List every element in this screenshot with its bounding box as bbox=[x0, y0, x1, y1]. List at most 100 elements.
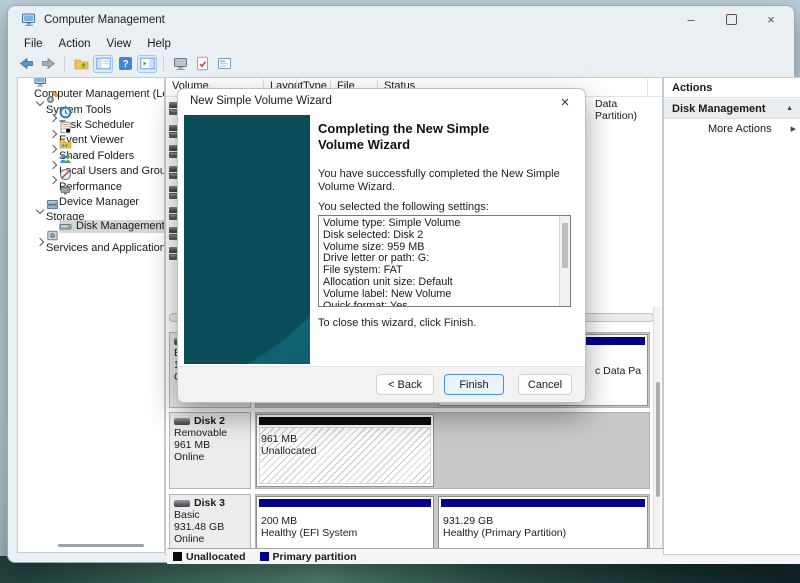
console-tree-icon[interactable] bbox=[93, 55, 113, 73]
collapse-icon[interactable]: ▲ bbox=[786, 105, 793, 112]
services-icon bbox=[46, 229, 60, 242]
setting-line: Disk selected: Disk 2 bbox=[319, 230, 570, 242]
more-actions-label: More Actions bbox=[708, 123, 772, 135]
partition-color-bar bbox=[259, 499, 431, 507]
chevron-right-icon[interactable] bbox=[48, 145, 56, 153]
chevron-right-icon[interactable] bbox=[48, 130, 56, 138]
menu-help[interactable]: Help bbox=[139, 38, 179, 50]
menu-view[interactable]: View bbox=[99, 38, 140, 50]
partition-label: 961 MBUnallocated bbox=[261, 433, 316, 457]
wizard-settings-label: You selected the following settings: bbox=[318, 201, 489, 213]
toolbar: ? bbox=[16, 53, 234, 74]
remote-screen-icon[interactable] bbox=[170, 55, 190, 73]
expander-slot bbox=[46, 131, 59, 137]
wizard-watermark-image bbox=[184, 115, 310, 364]
back-icon[interactable] bbox=[16, 55, 36, 73]
partition-size: 961 MB bbox=[261, 433, 316, 445]
partition-box[interactable]: 931.29 GBHealthy (Primary Partition) bbox=[438, 496, 648, 553]
disk-info-line: Online bbox=[174, 451, 250, 463]
setting-line: Allocation unit size: Default bbox=[319, 277, 570, 289]
toolbar-separator bbox=[64, 56, 65, 71]
partition-status: Healthy (Primary Partition) bbox=[443, 527, 566, 539]
folder-up-icon[interactable] bbox=[71, 55, 91, 73]
disk-row: Disk 3Basic931.48 GBOnline200 MBHealthy … bbox=[167, 494, 654, 553]
properties-icon[interactable] bbox=[214, 55, 234, 73]
partition-box[interactable]: 961 MBUnallocated bbox=[256, 414, 434, 487]
app-icon bbox=[21, 12, 37, 28]
window-title: Computer Management bbox=[44, 14, 165, 26]
menu-bar: FileActionViewHelp bbox=[16, 34, 179, 53]
expander-slot bbox=[46, 177, 59, 183]
partition-size: 200 MB bbox=[261, 515, 357, 527]
more-actions-item[interactable]: More Actions ▶ bbox=[664, 119, 800, 139]
sidebar-item-services-and-applications[interactable]: Services and Applications bbox=[18, 234, 164, 249]
menu-file[interactable]: File bbox=[16, 38, 51, 50]
legend-label: Unallocated bbox=[186, 551, 246, 563]
doc-check-icon[interactable] bbox=[192, 55, 212, 73]
wizard-close-button[interactable]: × bbox=[555, 92, 575, 112]
cancel-button[interactable]: Cancel bbox=[518, 374, 572, 395]
disk-info-line: 931.48 GB bbox=[174, 521, 250, 533]
back-button[interactable]: < Back bbox=[376, 374, 434, 395]
wizard-intro-text: You have successfully completed the New … bbox=[318, 168, 570, 194]
legend-item-primary-partition: Primary partition bbox=[260, 551, 357, 563]
disk-info-line: 961 MB bbox=[174, 439, 250, 451]
setting-line: Quick format: Yes bbox=[319, 301, 570, 307]
maximize-button[interactable] bbox=[722, 10, 740, 28]
partition-color-bar bbox=[259, 417, 431, 425]
chevron-right-icon[interactable] bbox=[48, 176, 56, 184]
graph-vertical-scrollbar[interactable] bbox=[653, 307, 661, 548]
title-bar[interactable]: Computer Management – × bbox=[8, 6, 794, 34]
chevron-down-icon[interactable] bbox=[35, 206, 43, 214]
chevron-right-icon[interactable] bbox=[48, 160, 56, 168]
partition-color-bar bbox=[441, 499, 645, 507]
scrollbar-thumb[interactable] bbox=[562, 223, 568, 268]
setting-line: Volume label: New Volume bbox=[319, 289, 570, 301]
minimize-button[interactable]: – bbox=[682, 10, 700, 28]
expander-slot bbox=[33, 209, 46, 213]
event-viewer-icon bbox=[59, 121, 73, 134]
expander-slot bbox=[33, 101, 46, 105]
wizard-button-bar: < Back Finish Cancel bbox=[178, 366, 585, 402]
menu-action[interactable]: Action bbox=[51, 38, 99, 50]
scrollbar-thumb[interactable] bbox=[58, 544, 144, 547]
forward-icon[interactable] bbox=[38, 55, 58, 73]
legend-color-swatch bbox=[260, 552, 269, 561]
partition-box[interactable]: 200 MBHealthy (EFI System bbox=[256, 496, 434, 553]
partition-status: Unallocated bbox=[261, 445, 316, 457]
volume-status-clipped: Data Partition) bbox=[595, 98, 662, 122]
close-button[interactable]: × bbox=[762, 10, 780, 28]
svg-text:?: ? bbox=[122, 59, 128, 70]
disk-name-text: Disk 3 bbox=[194, 497, 225, 509]
chevron-right-icon[interactable] bbox=[35, 237, 43, 245]
wizard-title: New Simple Volume Wizard bbox=[190, 95, 332, 107]
disk-icon bbox=[174, 418, 190, 425]
disk-partition-strip: 961 MBUnallocated bbox=[255, 412, 650, 489]
system-tools-icon bbox=[46, 91, 60, 104]
chevron-right-icon[interactable] bbox=[48, 114, 56, 122]
task-scheduler-icon bbox=[59, 106, 73, 119]
tree-item-label: Services and Applications bbox=[46, 242, 165, 254]
legend-color-swatch bbox=[173, 552, 182, 561]
partition-label: c Data Pa bbox=[595, 365, 641, 377]
help-icon[interactable]: ? bbox=[115, 55, 135, 73]
expand-icon: ▶ bbox=[791, 125, 796, 133]
sidebar-item-device-manager[interactable]: Device Manager bbox=[18, 188, 164, 203]
wizard-settings-listbox[interactable]: Volume type: Simple VolumeDisk selected:… bbox=[318, 215, 571, 307]
scrollbar-thumb[interactable] bbox=[656, 382, 660, 497]
disk-label[interactable]: Disk 3Basic931.48 GBOnline bbox=[169, 494, 251, 553]
expander-slot bbox=[46, 146, 59, 152]
action-pane-icon[interactable] bbox=[137, 55, 157, 73]
tree-item-content: Services and Applications bbox=[46, 229, 165, 254]
actions-group-disk-management[interactable]: Disk Management ▲ bbox=[664, 99, 800, 119]
settings-vertical-scrollbar[interactable] bbox=[559, 216, 570, 306]
partition-size: 931.29 GB bbox=[443, 515, 566, 527]
performance-icon bbox=[59, 168, 73, 181]
legend-label: Primary partition bbox=[273, 551, 357, 563]
disk-info-line: Online bbox=[174, 533, 250, 545]
tree-horizontal-scrollbar[interactable] bbox=[24, 543, 158, 547]
device-manager-icon bbox=[59, 183, 73, 196]
finish-button[interactable]: Finish bbox=[444, 374, 504, 395]
disk-label[interactable]: Disk 2Removable961 MBOnline bbox=[169, 412, 251, 489]
wizard-heading: Completing the New Simple Volume Wizard bbox=[318, 121, 513, 153]
